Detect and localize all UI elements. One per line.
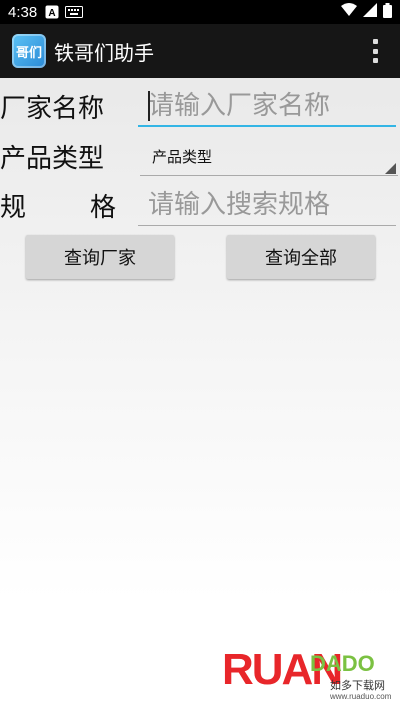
watermark-cn: 如多下载网 [330,679,385,692]
status-bar: 4:38 A [0,0,400,24]
manufacturer-row: 厂家名称 [0,83,400,129]
spec-label-right: 格 [89,192,116,223]
product-type-spinner[interactable]: 产品类型 [140,136,398,176]
watermark-url: www.ruaduo.com [330,692,392,701]
spec-label-left: 规 [0,192,27,223]
action-bar: 哥们 铁哥们助手 [0,24,400,78]
watermark-sub: DADO [310,651,375,676]
spec-underline [138,225,396,226]
signal-icon [363,3,377,21]
manufacturer-label: 厂家名称 [0,93,105,124]
spinner-underline [140,175,398,176]
manufacturer-field[interactable] [138,83,396,129]
dropdown-corner-icon [385,163,396,174]
app-logo-icon[interactable]: 哥们 [12,34,46,68]
svg-text:A: A [49,8,56,19]
spec-input[interactable] [138,182,396,228]
manufacturer-underline [138,125,396,127]
notification-a-icon: A [45,5,59,19]
text-cursor [148,91,150,121]
keyboard-icon [65,6,84,18]
query-manufacturer-button[interactable]: 查询厂家 [26,235,174,279]
spec-field[interactable] [138,182,396,228]
query-all-button[interactable]: 查询全部 [227,235,375,279]
status-time: 4:38 [8,3,38,21]
spec-label: 规 格 [0,187,116,224]
product-type-selected: 产品类型 [152,148,213,166]
wifi-icon [341,3,357,21]
app-title: 铁哥们助手 [54,40,154,65]
spec-row: 规 格 [0,182,400,228]
more-vertical-icon[interactable] [370,39,380,63]
product-type-label: 产品类型 [0,143,105,174]
watermark-logo: RUAN DADO 如多下载网 www.ruaduo.com [222,645,392,707]
battery-icon [383,2,392,22]
product-type-row: 产品类型 产品类型 [0,136,400,176]
manufacturer-input[interactable] [138,83,396,129]
app-logo-text: 哥们 [15,45,42,61]
